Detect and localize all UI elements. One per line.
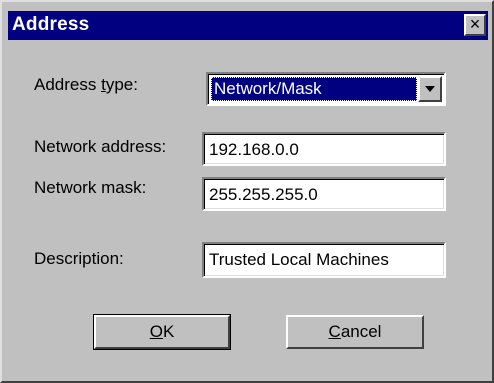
description-input[interactable]: Trusted Local Machines <box>202 242 446 278</box>
close-button[interactable]: × <box>464 14 486 36</box>
chevron-down-icon[interactable] <box>418 76 442 102</box>
address-type-value[interactable]: Network/Mask <box>211 77 417 101</box>
network-address-label: Network address: <box>34 137 167 156</box>
network-address-input[interactable]: 192.168.0.0 <box>202 132 446 166</box>
network-mask-input[interactable]: 255.255.255.0 <box>202 177 446 211</box>
address-type-select[interactable]: Network/Mask <box>206 72 446 106</box>
network-mask-label: Network mask: <box>34 178 147 197</box>
dialog-title: Address <box>12 14 90 35</box>
title-bar[interactable]: Address × <box>8 11 488 40</box>
description-label: Description: <box>34 249 124 268</box>
ok-button[interactable]: OK <box>93 314 231 350</box>
cancel-button[interactable]: Cancel <box>286 315 424 349</box>
address-type-label: Address type: <box>34 75 138 94</box>
close-icon: × <box>469 14 481 34</box>
address-dialog: Address × Address type: Network/Mask Net… <box>0 0 494 383</box>
